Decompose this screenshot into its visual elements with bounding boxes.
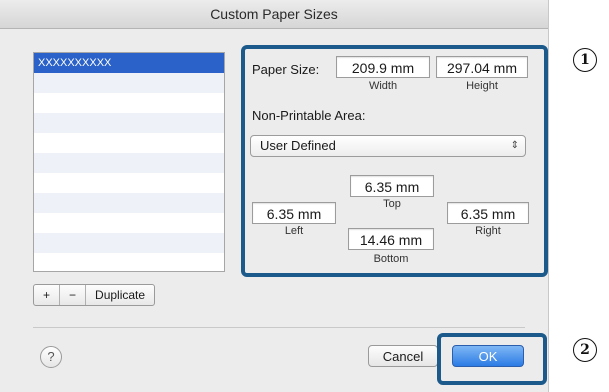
list-item[interactable] bbox=[34, 253, 224, 271]
list-item[interactable] bbox=[34, 193, 224, 213]
list-item[interactable] bbox=[34, 93, 224, 113]
bottom-margin-label: Bottom bbox=[373, 253, 409, 265]
cancel-button[interactable]: Cancel bbox=[368, 345, 438, 367]
non-printable-area-label: Non-Printable Area: bbox=[252, 108, 366, 123]
bottom-margin-field[interactable]: 14.46 mm bbox=[348, 228, 434, 250]
custom-paper-sizes-dialog: Custom Paper Sizes XXXXXXXXXX + − Duplic… bbox=[0, 0, 549, 392]
list-item[interactable] bbox=[34, 233, 224, 253]
width-field[interactable]: 209.9 mm bbox=[336, 56, 430, 78]
top-margin-label: Top bbox=[383, 198, 401, 210]
callout-two: 2 bbox=[573, 338, 597, 362]
updown-arrows-icon: ⇕ bbox=[510, 140, 519, 151]
right-margin-field[interactable]: 6.35 mm bbox=[447, 202, 529, 224]
height-label: Height bbox=[466, 80, 498, 92]
non-printable-area-select[interactable]: User Defined ⇕ bbox=[250, 135, 526, 157]
ok-highlight-frame bbox=[437, 333, 547, 385]
add-button[interactable]: + bbox=[34, 285, 61, 305]
duplicate-button[interactable]: Duplicate bbox=[86, 285, 154, 305]
list-item[interactable] bbox=[34, 153, 224, 173]
help-button[interactable]: ? bbox=[40, 346, 62, 368]
list-item[interactable] bbox=[34, 133, 224, 153]
left-margin-label: Left bbox=[284, 225, 304, 237]
list-button-group: + − Duplicate bbox=[33, 284, 156, 306]
remove-button[interactable]: − bbox=[60, 285, 87, 305]
non-printable-area-value: User Defined bbox=[260, 138, 336, 153]
right-margin-label: Right bbox=[475, 225, 501, 237]
paper-size-label: Paper Size: bbox=[252, 62, 320, 77]
window-title: Custom Paper Sizes bbox=[0, 0, 548, 29]
list-item[interactable] bbox=[34, 213, 224, 233]
list-item[interactable] bbox=[34, 113, 224, 133]
height-field[interactable]: 297.04 mm bbox=[436, 56, 528, 78]
list-item[interactable]: XXXXXXXXXX bbox=[34, 53, 224, 73]
list-item[interactable] bbox=[34, 73, 224, 93]
footer-separator bbox=[33, 327, 525, 328]
left-margin-field[interactable]: 6.35 mm bbox=[252, 202, 336, 224]
list-item[interactable] bbox=[34, 173, 224, 193]
width-label: Width bbox=[368, 80, 398, 92]
top-margin-field[interactable]: 6.35 mm bbox=[350, 175, 434, 197]
callout-one: 1 bbox=[573, 48, 597, 72]
paper-size-list[interactable]: XXXXXXXXXX bbox=[33, 52, 225, 272]
